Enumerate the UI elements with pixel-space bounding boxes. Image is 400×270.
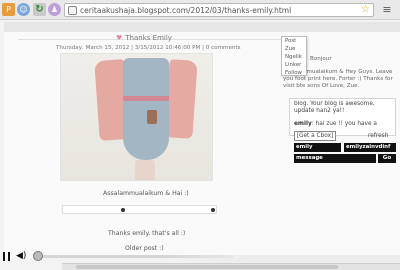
post-title-text: Thanks Emily bbox=[125, 34, 172, 42]
post-greeting: Assalammualaikum & Hai :) bbox=[103, 190, 189, 197]
volume-icon[interactable]: ◀) bbox=[16, 251, 26, 262]
signature-strip bbox=[62, 205, 217, 214]
post-closing: Thanks emily. that's all :) bbox=[108, 230, 186, 237]
photo-detail bbox=[135, 160, 155, 180]
message-author: emily bbox=[294, 121, 312, 127]
profile-extension-icon[interactable]: ♟ bbox=[48, 3, 61, 16]
photo-detail bbox=[123, 96, 169, 101]
nav-item-ngelik[interactable]: Ngelik bbox=[282, 53, 306, 61]
photo-detail bbox=[164, 59, 198, 139]
tagboard-title: Bonjour bbox=[310, 56, 332, 62]
browser-menu-icon[interactable]: ≡ bbox=[379, 2, 395, 17]
horizontal-scrollbar[interactable] bbox=[62, 263, 400, 270]
tagboard-message: emily: hai zue !! you have a bbox=[294, 121, 394, 128]
nav-item-linker[interactable]: Linker bbox=[282, 61, 306, 69]
address-bar[interactable]: ceritaakushaja.blogspot.com/2012/03/than… bbox=[64, 3, 374, 17]
pause-icon[interactable] bbox=[3, 252, 11, 261]
url-text[interactable]: ceritaakushaja.blogspot.com/2012/03/than… bbox=[80, 5, 291, 16]
post-meta: Thursday, March 15, 2012 | 3/15/2012 10:… bbox=[56, 45, 241, 51]
avatar-extension-icon[interactable]: ☺ bbox=[17, 3, 30, 16]
browser-toolbar: P ☺ ↻ ♟ ceritaakushaja.blogspot.com/2012… bbox=[0, 0, 400, 20]
message-field[interactable]: message bbox=[294, 154, 376, 163]
go-button[interactable]: Go bbox=[378, 154, 396, 163]
photo-detail bbox=[123, 58, 169, 160]
post-photo bbox=[60, 53, 213, 181]
heart-icon: ♥ bbox=[116, 34, 123, 42]
nav-item-post[interactable]: Post bbox=[282, 37, 306, 45]
pocket-extension-icon[interactable]: P bbox=[2, 3, 15, 16]
post-title[interactable]: ♥ Thanks Emily bbox=[116, 34, 172, 42]
page-info-icon[interactable] bbox=[68, 6, 77, 15]
photo-detail bbox=[147, 110, 157, 124]
name-field[interactable]: emily bbox=[294, 143, 341, 152]
signature-mark bbox=[121, 208, 125, 212]
reload-icon[interactable]: ↻ bbox=[33, 3, 46, 16]
refresh-link[interactable]: refresh bbox=[368, 133, 388, 139]
url-field[interactable]: emilyzainvdinf bbox=[344, 143, 396, 152]
nav-item-zue[interactable]: Zue bbox=[282, 45, 306, 53]
progress-knob[interactable] bbox=[33, 251, 43, 261]
header-band bbox=[4, 23, 400, 32]
message-text: : hai zue !! you have a bbox=[311, 121, 377, 127]
get-cbox-link[interactable]: [Get a Cbox] bbox=[294, 131, 336, 141]
bookmark-star-icon[interactable]: ☆ bbox=[361, 4, 370, 16]
tagboard-message: blog. Your blog is awesome, update han2 … bbox=[294, 101, 375, 114]
nav-item-follow[interactable]: Follow bbox=[282, 69, 306, 77]
scrollbar-thumb[interactable] bbox=[76, 265, 338, 269]
signature-mark bbox=[211, 208, 215, 212]
nav-dropdown[interactable]: Post Zue Ngelik Linker Follow bbox=[281, 36, 307, 76]
